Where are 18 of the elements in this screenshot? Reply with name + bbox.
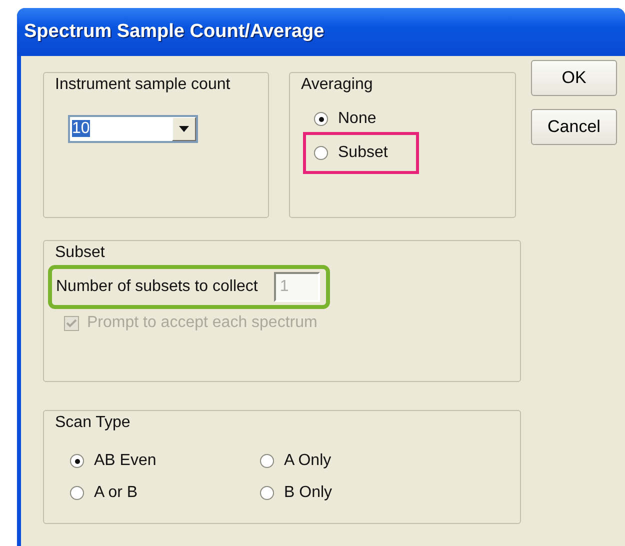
radio-button-icon[interactable] (70, 454, 84, 468)
sample-count-dropdown[interactable]: 10 (68, 115, 198, 143)
window-title: Spectrum Sample Count/Average (17, 8, 625, 56)
cancel-button[interactable]: Cancel (531, 109, 617, 145)
radio-option[interactable]: None (308, 105, 382, 133)
radio-button-icon[interactable] (260, 486, 274, 500)
checkbox-label: Prompt to accept each spectrum (87, 313, 318, 333)
radio-option[interactable]: A Only (254, 447, 444, 475)
radio-option[interactable]: B Only (254, 479, 444, 507)
radio-option[interactable]: A or B (64, 479, 254, 507)
radio-button-icon[interactable] (70, 486, 84, 500)
field-label: Number of subsets to collect (56, 277, 258, 297)
radio-option[interactable]: AB Even (64, 447, 254, 475)
radio-button-icon[interactable] (314, 112, 328, 126)
ok-button[interactable]: OK (531, 60, 617, 96)
radio-button-icon[interactable] (260, 454, 274, 468)
radio-option[interactable]: Subset (306, 135, 416, 171)
radio-button-icon[interactable] (314, 146, 328, 160)
